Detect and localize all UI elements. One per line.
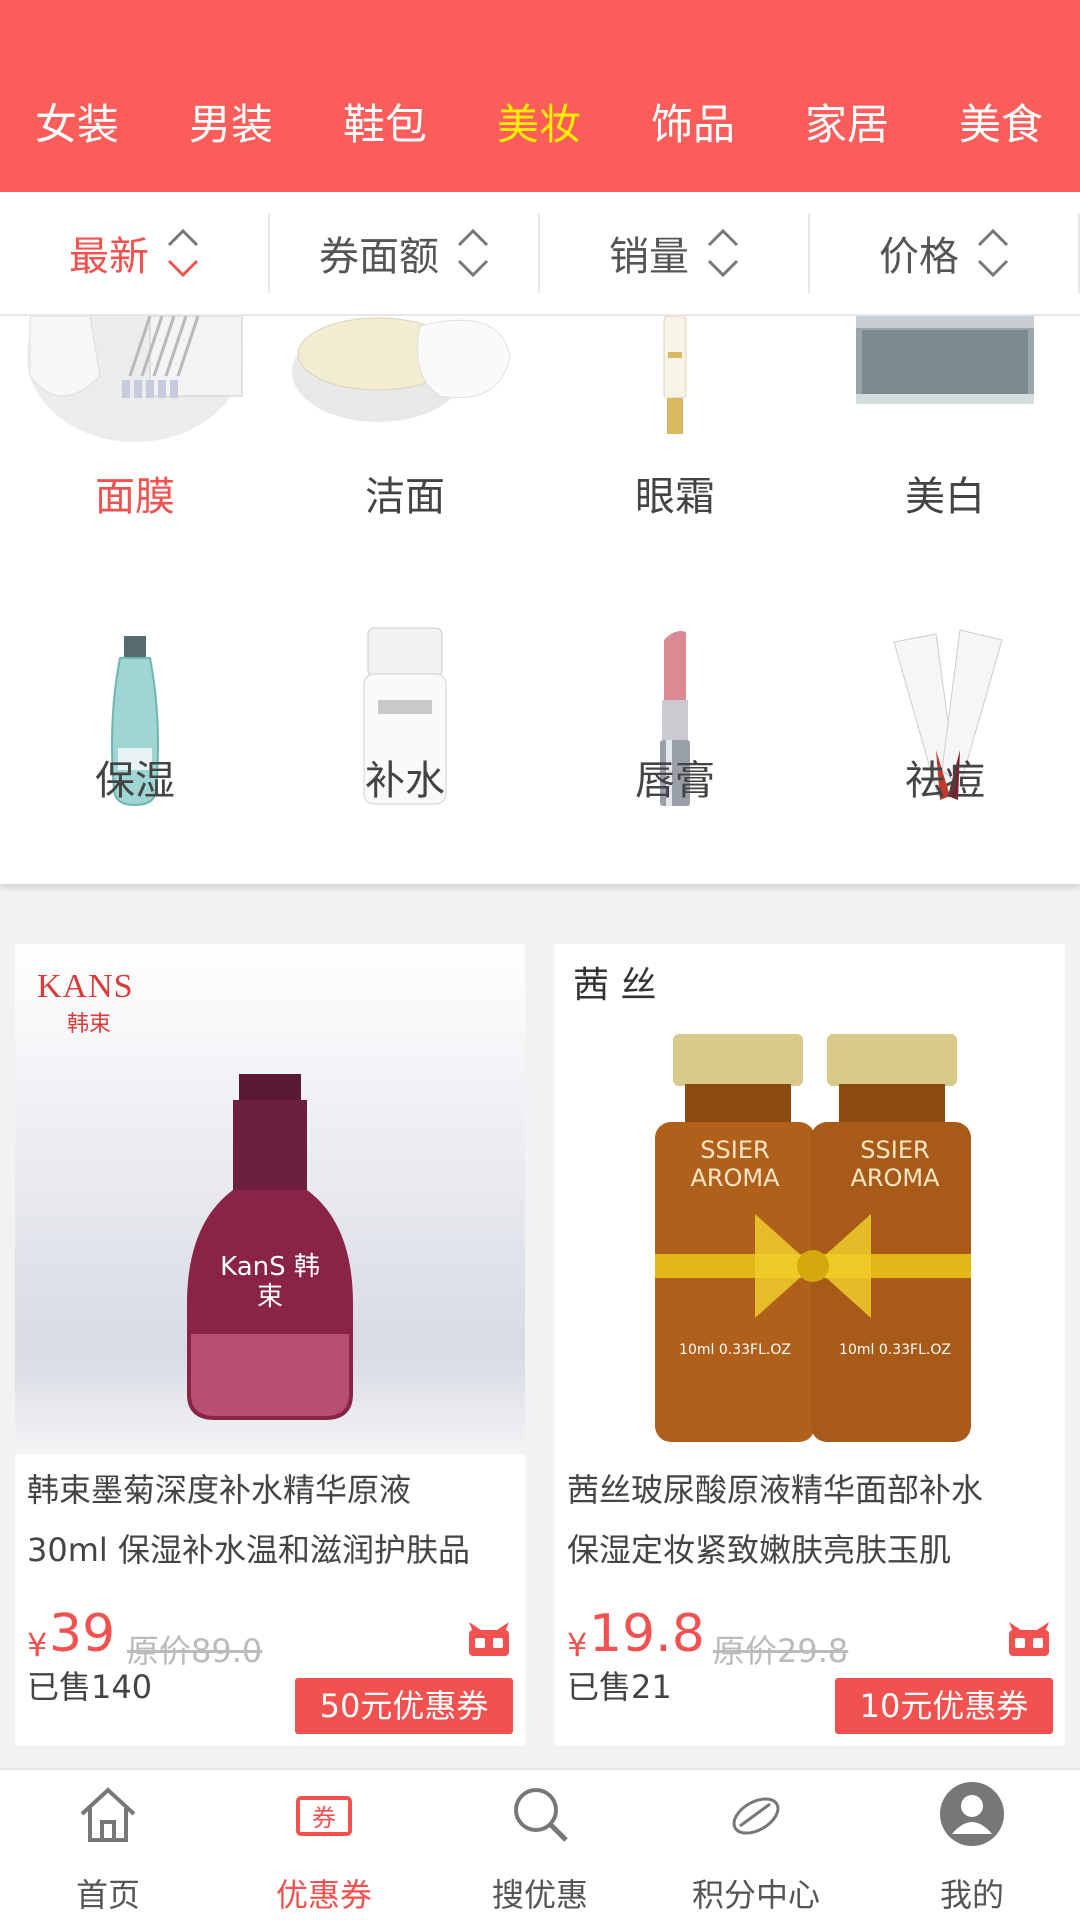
category-header: 女装 男装 鞋包 美妆 饰品 家居 美食: [0, 0, 1080, 192]
brand-logo: KANS 韩束: [37, 968, 134, 1038]
subcategory-acne[interactable]: 祛痘: [810, 600, 1080, 884]
subcategory-hydrating[interactable]: 补水: [270, 600, 540, 884]
sold-count: 已售140: [27, 1668, 153, 1706]
product-label-text: SSIER AROMA: [690, 1136, 780, 1192]
product-title[interactable]: 韩束墨菊深度补水精华原液 30ml 保湿补水温和滋润护肤品: [27, 1460, 517, 1580]
subcategory-eye-cream-label: 眼霜: [635, 474, 715, 520]
category-tab-food[interactable]: 美食: [924, 90, 1078, 160]
currency-symbol: ¥: [27, 1626, 48, 1664]
product-image[interactable]: 茜 丝 SSIER AROMA SSIER AROMA 10ml 0.33FL.…: [555, 944, 1065, 1454]
bottom-tab-bar: 首页 券 优惠券 搜优惠 积分中心 我的: [0, 1768, 1080, 1920]
product-card[interactable]: 茜 丝 SSIER AROMA SSIER AROMA 10ml 0.33FL.…: [555, 944, 1065, 1746]
bottle-size-text: 10ml 0.33FL.OZ: [839, 1342, 951, 1358]
category-tab-women[interactable]: 女装: [0, 90, 154, 160]
coupon-button[interactable]: 50元优惠券: [295, 1678, 513, 1734]
tab-points-center[interactable]: 积分中心: [648, 1770, 864, 1920]
category-tabs: 女装 男装 鞋包 美妆 饰品 家居 美食: [0, 90, 1080, 160]
category-tab-beauty[interactable]: 美妆: [462, 90, 616, 160]
subcategory-mask-label: 面膜: [95, 474, 175, 520]
coupon-icon: 券: [296, 1796, 352, 1836]
product-label-text: SSIER AROMA: [850, 1136, 940, 1192]
tab-points-center-label: 积分中心: [691, 1876, 820, 1914]
subcategory-lipstick[interactable]: 唇膏: [540, 600, 810, 884]
sort-price-label: 价格: [879, 234, 959, 280]
eye-cream-product-image: [663, 316, 687, 434]
sort-newest[interactable]: 最新: [0, 191, 270, 315]
subcategory-hydrating-label: 补水: [365, 758, 445, 804]
sort-price[interactable]: 价格: [810, 191, 1080, 315]
subcategory-cleanser-label: 洁面: [365, 474, 445, 520]
sort-arrows-icon: [707, 228, 739, 278]
subcategory-cleanser[interactable]: 洁面: [270, 316, 540, 600]
tab-coupons-label: 优惠券: [275, 1876, 372, 1914]
svg-text:券: 券: [312, 1804, 336, 1832]
home-icon: [80, 1787, 136, 1842]
tmall-icon: [469, 1622, 509, 1656]
tab-profile-label: 我的: [939, 1876, 1004, 1914]
tab-home-label: 首页: [75, 1876, 140, 1914]
points-icon: [732, 1797, 780, 1835]
sort-coupon-value[interactable]: 券面额: [270, 191, 540, 315]
coupon-button[interactable]: 10元优惠券: [835, 1678, 1053, 1734]
currency-symbol: ¥: [567, 1626, 588, 1664]
product-label-text: KanS 韩束: [220, 1252, 320, 1312]
subcategory-moisturizing[interactable]: 保湿: [0, 600, 270, 884]
search-icon: [514, 1788, 568, 1842]
product-card[interactable]: KANS 韩束 KanS 韩束 韩束墨菊深度补水精华原液 30ml 保湿补水温和…: [15, 944, 525, 1746]
product-title[interactable]: 茜丝玻尿酸原液精华面部补水 保湿定妆紧致嫩肤亮肤玉肌: [567, 1460, 1057, 1580]
category-tab-home[interactable]: 家居: [770, 90, 924, 160]
tab-profile[interactable]: 我的: [864, 1770, 1080, 1920]
tab-home[interactable]: 首页: [0, 1770, 216, 1920]
product-title-line2: 保湿定妆紧致嫩肤亮肤玉肌: [567, 1531, 952, 1569]
subcategory-acne-label: 祛痘: [905, 758, 985, 804]
subcategory-moisturizing-label: 保湿: [95, 758, 175, 804]
ampoule-bottles-image: [655, 1034, 971, 1442]
sort-arrows-icon: [977, 228, 1009, 278]
category-tab-accessories[interactable]: 饰品: [616, 90, 770, 160]
whitening-product-image: [856, 316, 1034, 404]
cleanser-product-image: [292, 317, 511, 422]
product-title-line2: 30ml 保湿补水温和滋润护肤品: [27, 1531, 470, 1569]
sort-sales-label: 销量: [609, 234, 689, 280]
bottle-size-row: 10ml 0.33FL.OZ 10ml 0.33FL.OZ: [655, 1342, 975, 1358]
tmall-icon: [1009, 1622, 1049, 1656]
sort-sales[interactable]: 销量: [540, 191, 810, 315]
sort-bar: 最新 券面额 销量 价格: [0, 192, 1080, 316]
original-price: 原价29.8: [713, 1632, 849, 1670]
sort-arrows-icon: [457, 228, 489, 278]
product-image[interactable]: KANS 韩束 KanS 韩束: [15, 944, 525, 1454]
brand-name-cn: 韩束: [67, 1012, 112, 1037]
category-tab-shoes-bags[interactable]: 鞋包: [308, 90, 462, 160]
subcategory-grid: 面膜 洁面 眼霜 美白 保湿 补水 唇膏 祛痘: [0, 316, 1080, 884]
sort-arrows-icon: [167, 228, 199, 278]
bottle-size-text: 10ml 0.33FL.OZ: [679, 1342, 791, 1358]
brand-name: KANS: [37, 968, 134, 1005]
price: 19.8: [589, 1604, 705, 1664]
subcategory-lipstick-label: 唇膏: [635, 758, 715, 804]
product-label-row: SSIER AROMA SSIER AROMA: [655, 1136, 975, 1192]
subcategory-whitening[interactable]: 美白: [810, 316, 1080, 600]
app-screen: 女装 男装 鞋包 美妆 饰品 家居 美食 最新 券面额 销量 价格 面膜 洁面 …: [0, 0, 1080, 1920]
price: 39: [49, 1604, 116, 1664]
subcategory-mask[interactable]: 面膜: [0, 316, 270, 600]
tab-search-deals[interactable]: 搜优惠: [432, 1770, 648, 1920]
subcategory-eye-cream[interactable]: 眼霜: [540, 316, 810, 600]
tab-search-deals-label: 搜优惠: [491, 1876, 588, 1914]
product-title-line1: 韩束墨菊深度补水精华原液: [27, 1471, 412, 1509]
product-title-line1: 茜丝玻尿酸原液精华面部补水: [567, 1471, 984, 1509]
sort-coupon-value-label: 券面额: [319, 234, 439, 280]
price-row: ¥ 19.8 原价29.8: [567, 1604, 1057, 1670]
tab-coupons[interactable]: 券 优惠券: [216, 1770, 432, 1920]
mask-product-image: [27, 316, 243, 442]
category-tab-men[interactable]: 男装: [154, 90, 308, 160]
sort-newest-label: 最新: [69, 234, 149, 280]
sold-count: 已售21: [567, 1668, 672, 1706]
brand-logo: 茜 丝: [573, 965, 657, 1006]
profile-icon: [940, 1782, 1004, 1846]
price-row: ¥ 39 原价89.0: [27, 1604, 517, 1670]
subcategory-whitening-label: 美白: [905, 474, 985, 520]
